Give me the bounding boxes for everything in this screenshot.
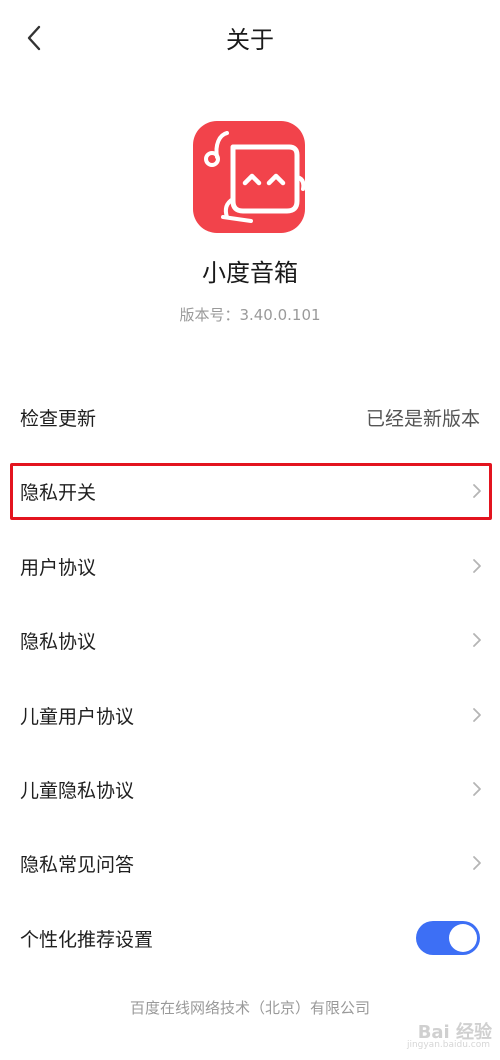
toggle-knob [449, 924, 477, 952]
child-user-agreement-label: 儿童用户协议 [20, 705, 135, 728]
check-update-label: 检查更新 [20, 407, 97, 430]
user-agreement-row[interactable]: 用户协议 [0, 529, 500, 603]
about-page: 关于 小度音箱 版本号：3.40.0.101 检查更新 已经是新版本 隐私开关 [0, 0, 500, 1060]
header: 关于 [0, 0, 500, 80]
privacy-agreement-row[interactable]: 隐私协议 [0, 603, 500, 677]
app-logo [193, 121, 306, 233]
child-user-agreement-row[interactable]: 儿童用户协议 [0, 678, 500, 752]
check-update-row[interactable]: 检查更新 已经是新版本 [0, 380, 500, 454]
child-privacy-agreement-row[interactable]: 儿童隐私协议 [0, 752, 500, 826]
app-version: 版本号：3.40.0.101 [179, 306, 321, 324]
watermark-url: jingyan.baidu.com [406, 1040, 490, 1050]
chevron-right-icon [473, 856, 481, 870]
privacy-faq-row[interactable]: 隐私常见问答 [0, 826, 500, 900]
chevron-right-icon [473, 708, 481, 722]
update-status: 已经是新版本 [365, 407, 480, 430]
xiaodu-robot-icon [193, 121, 306, 233]
user-agreement-label: 用户协议 [20, 556, 97, 579]
chevron-right-icon [473, 559, 481, 573]
page-title: 关于 [226, 26, 274, 54]
personalized-recommendation-label: 个性化推荐设置 [20, 928, 154, 951]
company-footer: 百度在线网络技术（北京）有限公司 [129, 999, 370, 1017]
privacy-switch-row[interactable]: 隐私开关 [0, 454, 500, 528]
chevron-right-icon [473, 484, 481, 498]
personalized-recommendation-row: 个性化推荐设置 [0, 901, 500, 975]
chevron-right-icon [473, 633, 481, 647]
privacy-agreement-label: 隐私协议 [20, 630, 97, 653]
personalized-recommendation-toggle[interactable] [416, 921, 480, 955]
privacy-switch-label: 隐私开关 [20, 481, 97, 504]
child-privacy-agreement-label: 儿童隐私协议 [20, 779, 135, 802]
privacy-faq-label: 隐私常见问答 [20, 853, 135, 876]
chevron-right-icon [473, 782, 481, 796]
app-name: 小度音箱 [202, 259, 298, 287]
